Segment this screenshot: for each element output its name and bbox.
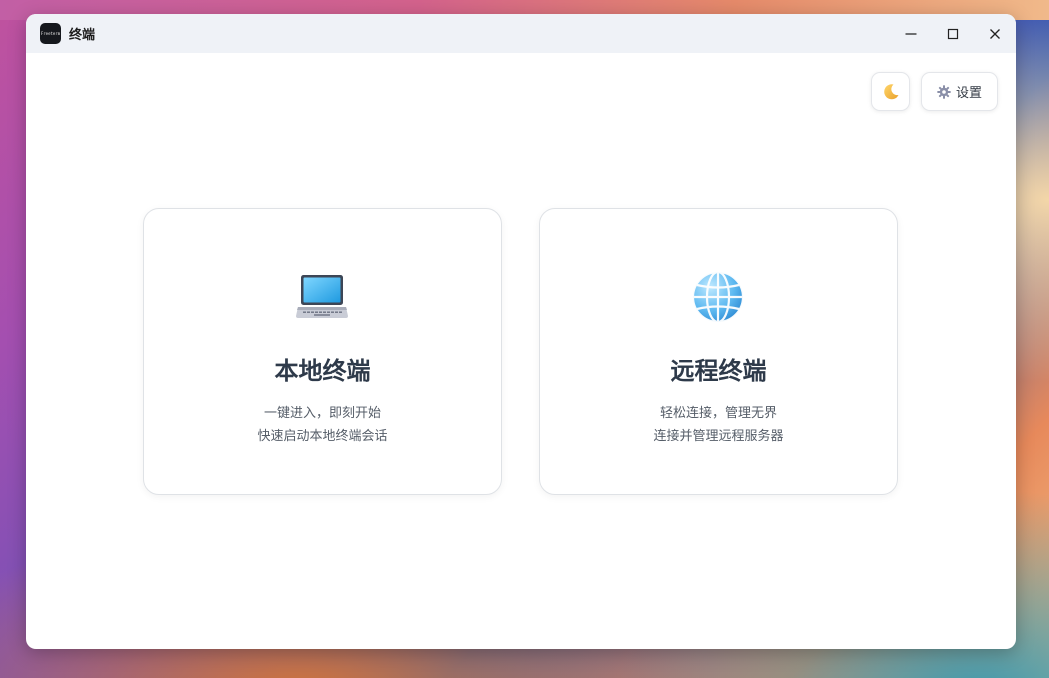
settings-label: 设置: [955, 86, 982, 101]
remote-terminal-card[interactable]: 远程终端 轻松连接，管理无界 连接并管理远程服务器: [539, 208, 898, 495]
title-bar: Freeterm 终端: [26, 14, 1016, 53]
globe-icon: [691, 270, 745, 324]
minimize-icon: [905, 32, 917, 35]
maximize-button[interactable]: [932, 14, 974, 53]
remote-terminal-desc-line2: 连接并管理远程服务器: [653, 429, 784, 444]
local-terminal-desc-line2: 快速启动本地终端会话: [257, 429, 388, 444]
settings-button[interactable]: 设置: [921, 72, 998, 111]
gear-icon: [937, 84, 951, 99]
local-terminal-card[interactable]: 本地终端 一键进入，即刻开始 快速启动本地终端会话: [143, 208, 502, 495]
maximize-icon: [947, 28, 959, 39]
app-logo-icon: Freeterm: [40, 23, 61, 44]
app-window: Freeterm 终端 设置 本地终端 一键进入，即刻开始 快速启动本地终端会话…: [26, 14, 1016, 649]
crescent-moon-icon: [883, 83, 898, 99]
close-button[interactable]: [974, 14, 1016, 53]
window-title: 终端: [69, 28, 96, 43]
close-icon: [990, 28, 1000, 39]
minimize-button[interactable]: [890, 14, 932, 53]
local-terminal-title: 本地终端: [274, 357, 371, 385]
main-content: 设置 本地终端 一键进入，即刻开始 快速启动本地终端会话 远程终端 轻松连接，管…: [26, 53, 1016, 649]
remote-terminal-desc-line1: 轻松连接，管理无界: [659, 406, 777, 421]
remote-terminal-title: 远程终端: [670, 357, 767, 385]
theme-toggle-button[interactable]: [871, 72, 910, 111]
window-controls: [890, 14, 1016, 53]
local-terminal-desc-line1: 一键进入，即刻开始: [263, 406, 381, 421]
laptop-icon: [296, 275, 348, 318]
app-logo-text: Freeterm: [40, 31, 61, 36]
